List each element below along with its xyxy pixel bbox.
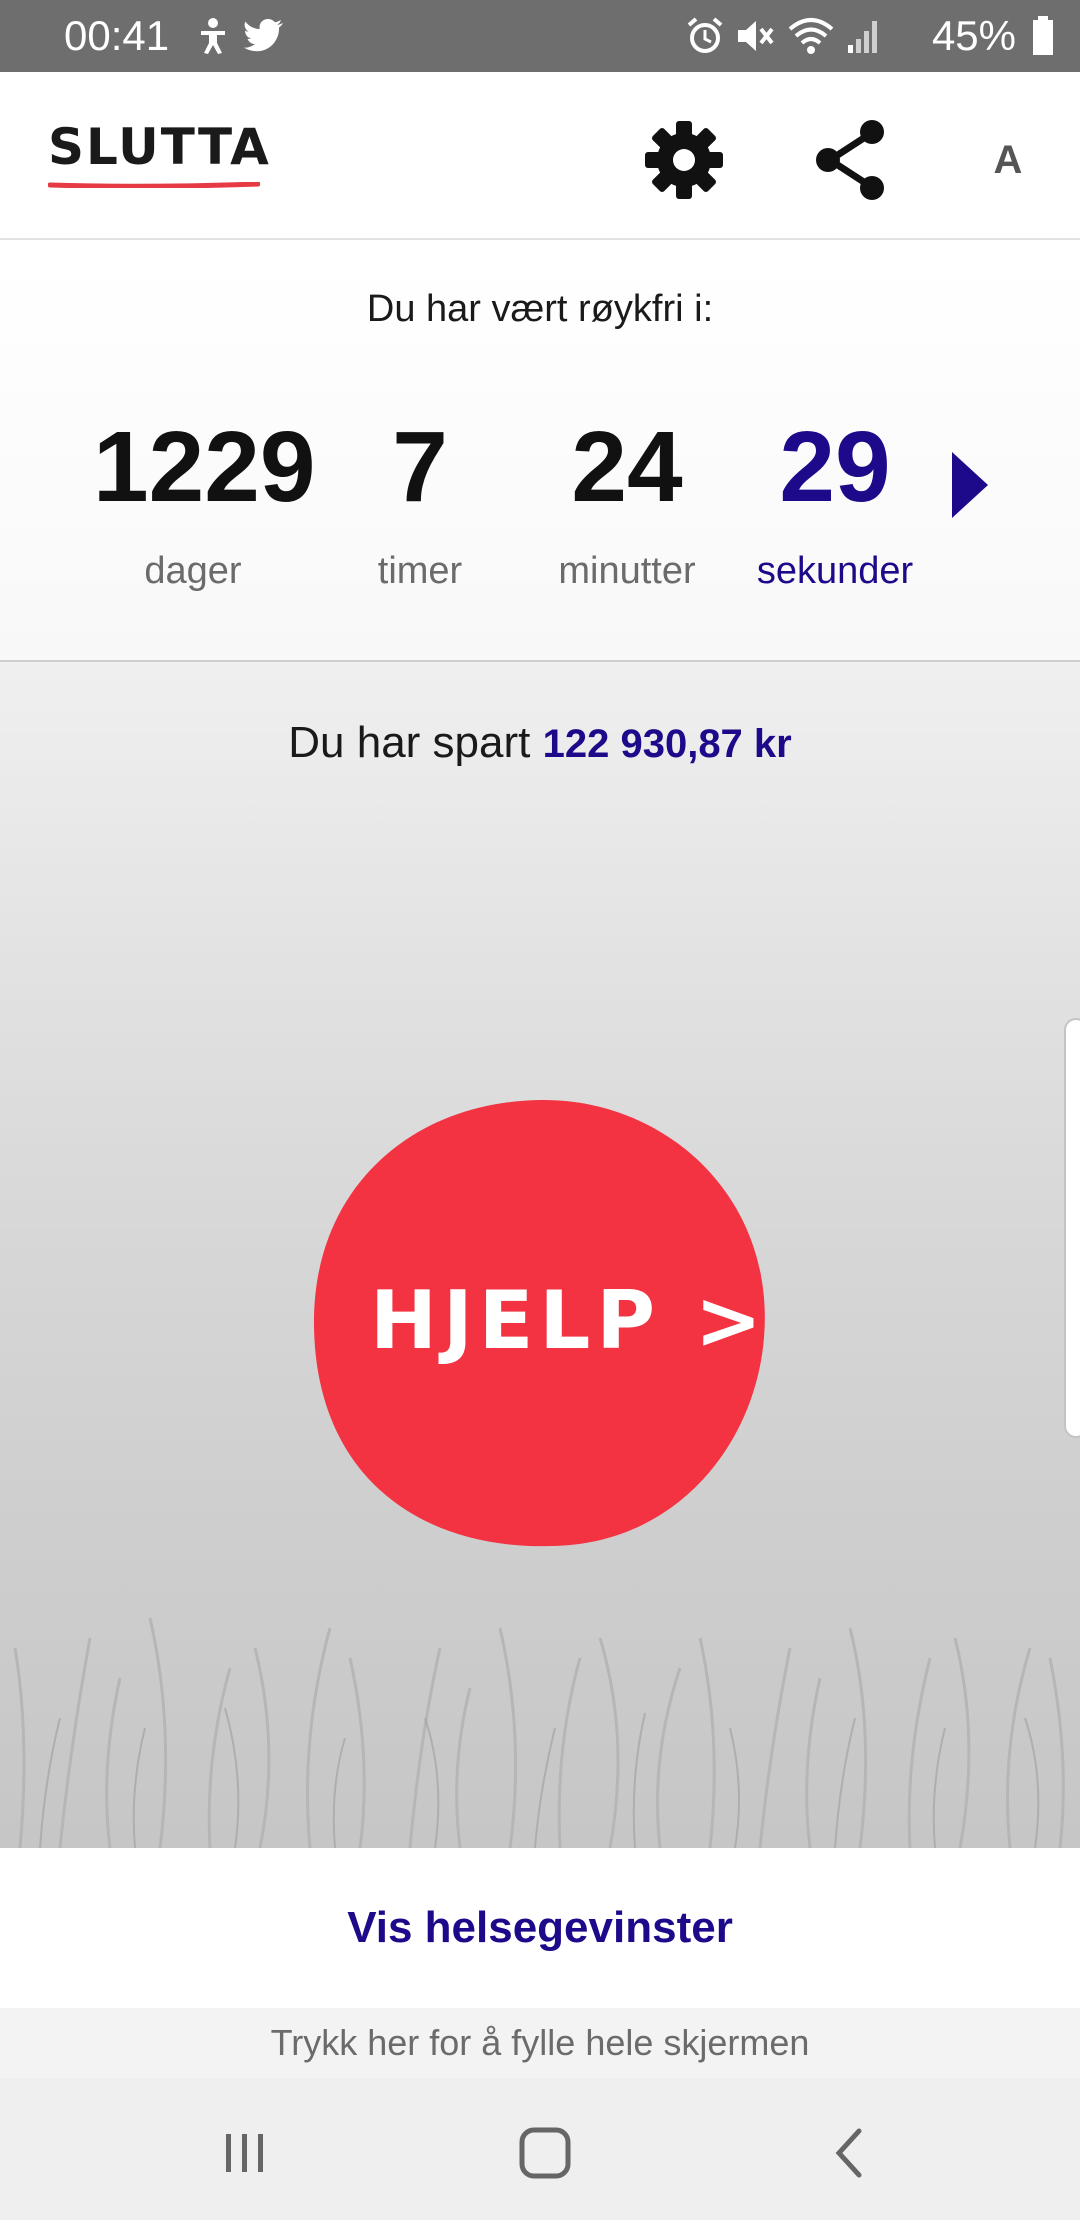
twitter-icon	[244, 19, 283, 52]
smoke-free-counter: Du har vært røykfri i: 1229 dager 7 time…	[0, 242, 1080, 662]
home-button[interactable]	[500, 2108, 590, 2198]
days-label: dager	[144, 550, 242, 592]
seconds-value: 29	[779, 411, 891, 523]
fullscreen-hint[interactable]: Trykk her for å fylle hele skjermen	[0, 2008, 1080, 2078]
counter-minutes: 24 minutter	[527, 412, 727, 593]
status-right-icons	[686, 12, 880, 60]
status-left-icons	[196, 12, 284, 60]
counter-hours: 7 timer	[320, 412, 520, 593]
status-time: 00:41	[64, 12, 170, 59]
logo-text: SLUTTA	[48, 118, 271, 176]
share-button[interactable]	[804, 112, 900, 208]
recent-apps-button[interactable]	[200, 2108, 290, 2198]
home-icon	[519, 2127, 571, 2179]
recent-apps-icon	[226, 2134, 263, 2172]
battery-percent: 45%	[931, 12, 1016, 59]
mute-icon	[738, 21, 774, 51]
minutes-value: 24	[571, 411, 683, 523]
savings-prefix: Du har spart	[288, 718, 531, 767]
health-benefits-label: Vis helsegevinster	[347, 1903, 733, 1952]
wifi-icon	[788, 18, 834, 54]
counter-seconds: 29 sekunder	[735, 412, 935, 593]
help-button[interactable]: HJELP >	[312, 1098, 768, 1548]
logo-underline	[48, 182, 260, 188]
help-button-label: HJELP >	[370, 1274, 768, 1367]
slutta-logo: SLUTTA	[48, 118, 271, 198]
counter-days: 1229 dager	[93, 411, 316, 593]
gear-icon	[645, 121, 723, 199]
status-bar: 00:41 45%	[0, 0, 1080, 72]
font-size-button[interactable]: A	[960, 112, 1056, 208]
back-icon	[835, 2128, 862, 2178]
alarm-icon	[687, 17, 723, 53]
minutes-label: minutter	[558, 550, 696, 592]
days-value: 1229	[93, 411, 316, 523]
counter-title: Du har vært røykfri i:	[366, 288, 714, 330]
health-benefits-link[interactable]: Vis helsegevinster	[0, 1848, 1080, 2008]
savings-text: Du har spart 122 930,87 kr	[0, 718, 1080, 768]
back-button[interactable]	[804, 2108, 894, 2198]
play-arrow-icon[interactable]	[950, 450, 990, 520]
hours-value: 7	[392, 411, 448, 523]
settings-button[interactable]	[636, 112, 732, 208]
app-header: SLUTTA A	[0, 72, 1080, 240]
share-icon	[816, 120, 884, 200]
system-nav-bar	[0, 2078, 1080, 2220]
seconds-label: sekunder	[756, 550, 914, 592]
hours-label: timer	[377, 550, 463, 592]
battery-icon	[1033, 16, 1053, 55]
side-panel-handle[interactable]	[1064, 1018, 1080, 1438]
signal-icon	[848, 21, 877, 53]
savings-amount: 122 930,87 kr	[542, 722, 792, 766]
accessibility-icon	[201, 18, 225, 54]
